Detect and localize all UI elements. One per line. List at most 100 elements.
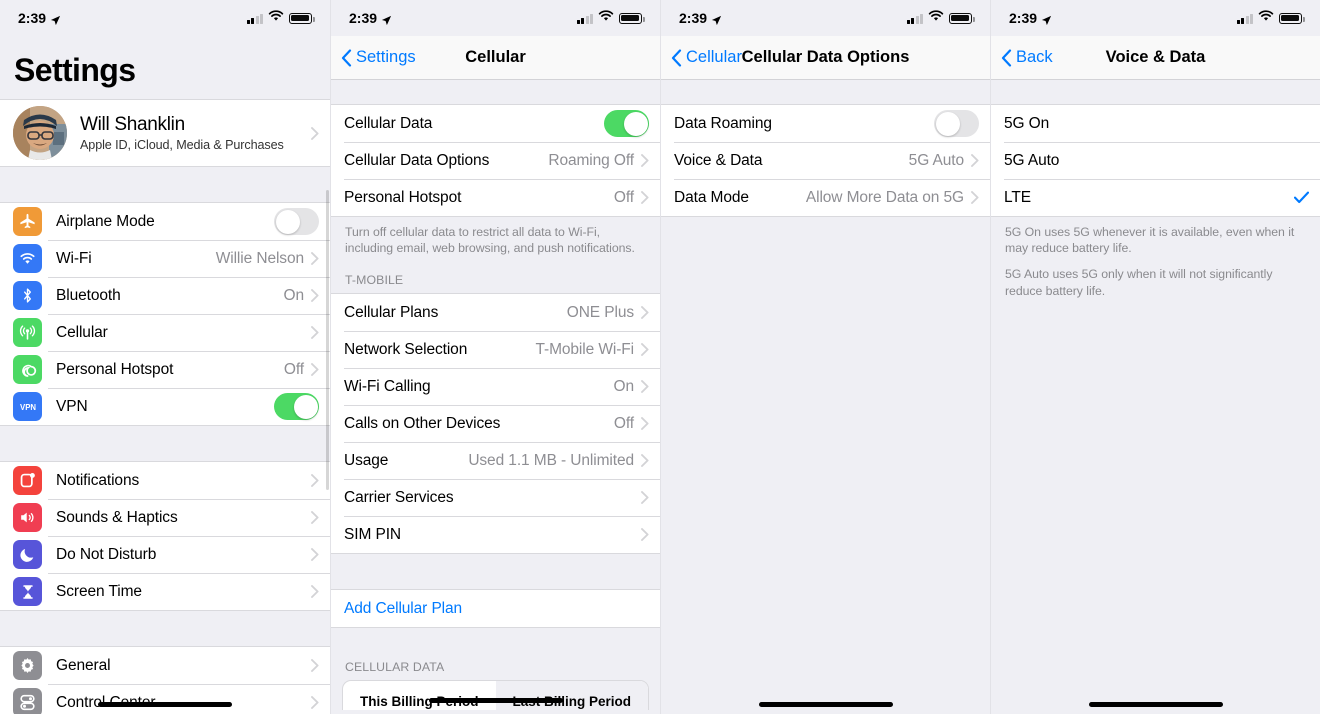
cellular-data-group-header: CELLULAR DATA <box>345 660 445 675</box>
back-button[interactable]: Back <box>991 48 1053 67</box>
cellular-item-wi-fi-calling[interactable]: Wi-Fi Calling On <box>331 368 660 406</box>
data-option-data-roaming[interactable]: Data Roaming <box>661 105 990 142</box>
billing-period-segmented-control[interactable]: This Billing Period Last Billing Period <box>331 680 660 711</box>
row-label: Notifications <box>56 471 140 489</box>
settings-item-general[interactable]: General <box>0 647 330 684</box>
home-indicator[interactable] <box>758 702 893 707</box>
toggle-airplane-mode[interactable] <box>274 208 319 235</box>
toggle-cellular-data[interactable] <box>604 110 649 137</box>
back-button[interactable]: Settings <box>331 48 416 67</box>
settings-item-bluetooth[interactable]: Bluetooth On <box>0 277 330 314</box>
battery-icon <box>1279 12 1305 24</box>
status-bar-time: 2:39 <box>679 10 708 26</box>
wifi-icon <box>928 9 944 27</box>
chevron-right-icon <box>641 417 649 431</box>
settings-item-cellular[interactable]: Cellular <box>0 314 330 351</box>
settings-item-control-center[interactable]: Control Center <box>0 684 330 714</box>
segmented-control[interactable]: This Billing Period Last Billing Period <box>342 680 649 711</box>
nav-bar: Back Voice & Data <box>991 36 1320 80</box>
row-label: Bluetooth <box>56 286 121 304</box>
row-value: Willie Nelson <box>215 249 304 267</box>
home-indicator[interactable] <box>428 698 563 703</box>
settings-group-alerts: Notifications Sounds & Haptics Do Not Dist… <box>0 461 330 611</box>
wifi-icon <box>598 9 614 27</box>
panel-settings-root: 2:39 Settings Will Shanklin Apple ID, iC… <box>0 0 330 714</box>
cellular-item-sim-pin[interactable]: SIM PIN <box>331 516 660 554</box>
data-option-voice-data[interactable]: Voice & Data 5G Auto <box>661 142 990 179</box>
row-label: Cellular Data Options <box>344 151 490 169</box>
voice-data-option-5g-on[interactable]: 5G On <box>991 105 1320 142</box>
back-button-label: Settings <box>356 48 416 66</box>
cellular-bars-icon <box>906 13 923 24</box>
location-arrow-icon <box>1041 13 1052 25</box>
wifi-icon <box>268 9 284 27</box>
account-subtitle: Apple ID, iCloud, Media & Purchases <box>80 138 284 152</box>
data-option-data-mode[interactable]: Data Mode Allow More Data on 5G <box>661 179 990 216</box>
wifi-icon <box>1258 9 1274 27</box>
settings-item-do-not-disturb[interactable]: Do Not Disturb <box>0 536 330 573</box>
status-bar: 2:39 <box>331 0 660 36</box>
chevron-right-icon <box>641 154 649 167</box>
cellular-item-cellular-data[interactable]: Cellular Data <box>331 105 660 142</box>
control-center-icon <box>13 688 42 714</box>
bluetooth-icon <box>13 281 42 310</box>
row-label: Network Selection <box>344 340 468 358</box>
row-value: On <box>613 377 635 395</box>
data-options-group: Data Roaming Voice & Data 5G Auto Data Mode… <box>661 104 990 217</box>
screenshot-root: 2:39 Settings Will Shanklin Apple ID, iC… <box>0 0 1320 714</box>
chevron-right-icon <box>311 363 319 376</box>
chevron-right-icon <box>641 380 649 394</box>
row-label: Do Not Disturb <box>56 545 157 563</box>
toggle-data-roaming[interactable] <box>934 110 979 137</box>
chevron-right-icon <box>971 191 979 204</box>
chevron-right-icon <box>971 154 979 167</box>
settings-item-personal-hotspot[interactable]: Personal Hotspot Off <box>0 351 330 388</box>
chevron-left-icon <box>1001 48 1012 67</box>
row-label: LTE <box>1004 188 1031 206</box>
settings-item-notifications[interactable]: Notifications <box>0 462 330 499</box>
chevron-right-icon <box>641 343 649 357</box>
settings-item-vpn[interactable]: VPN VPN <box>0 388 330 425</box>
settings-item-sounds-haptics[interactable]: Sounds & Haptics <box>0 499 330 536</box>
cellular-group-addplan: Add Cellular Plan <box>331 589 660 629</box>
nav-bar: Cellular Cellular Data Options <box>661 36 990 80</box>
row-label: Usage <box>344 451 389 469</box>
settings-item-screen-time[interactable]: Screen Time <box>0 573 330 610</box>
cellular-item-calls-on-other-devices[interactable]: Calls on Other Devices Off <box>331 405 660 443</box>
scrollbar[interactable] <box>326 190 329 490</box>
status-bar: 2:39 <box>0 0 330 36</box>
cellular-item-cellular-data-options[interactable]: Cellular Data Options Roaming Off <box>331 142 660 179</box>
panel-cellular: 2:39 Settings Cellular Cellular Data Cel… <box>330 0 660 714</box>
panel-cellular-data-options: 2:39 Cellular Cellular Data Options Data… <box>660 0 990 714</box>
segment-last-billing-period[interactable]: Last Billing Period <box>495 681 648 711</box>
home-indicator[interactable] <box>98 702 232 707</box>
home-indicator[interactable] <box>1088 702 1223 707</box>
cellular-item-add-cellular-plan[interactable]: Add Cellular Plan <box>331 590 660 628</box>
chevron-right-icon <box>311 511 319 524</box>
voice-data-option-lte[interactable]: LTE <box>991 179 1320 216</box>
cellular-item-carrier-services[interactable]: Carrier Services <box>331 479 660 517</box>
chevron-right-icon <box>311 126 319 140</box>
chevron-right-icon <box>311 696 319 709</box>
cellular-item-personal-hotspot[interactable]: Personal Hotspot Off <box>331 179 660 216</box>
account-row[interactable]: Will Shanklin Apple ID, iCloud, Media & … <box>0 99 330 167</box>
voice-data-option-5g-auto[interactable]: 5G Auto <box>991 142 1320 179</box>
row-label: SIM PIN <box>344 525 402 543</box>
status-bar-right <box>576 9 645 27</box>
segment-this-billing-period[interactable]: This Billing Period <box>343 681 496 710</box>
toggle-vpn[interactable] <box>274 393 319 420</box>
settings-item-wi-fi[interactable]: Wi-Fi Willie Nelson <box>0 240 330 277</box>
settings-item-airplane-mode[interactable]: Airplane Mode <box>0 203 330 240</box>
avatar <box>13 106 67 160</box>
location-arrow-icon <box>50 13 61 25</box>
row-value: Off <box>613 188 634 206</box>
row-label: Cellular Plans <box>344 303 439 321</box>
status-bar-left: 2:39 <box>1009 10 1052 26</box>
cellular-item-cellular-plans[interactable]: Cellular Plans ONE Plus <box>331 294 660 332</box>
back-button[interactable]: Cellular <box>661 48 742 67</box>
cellular-item-network-selection[interactable]: Network Selection T-Mobile Wi-Fi <box>331 331 660 369</box>
cellular-item-usage[interactable]: Usage Used 1.1 MB - Unlimited <box>331 442 660 480</box>
